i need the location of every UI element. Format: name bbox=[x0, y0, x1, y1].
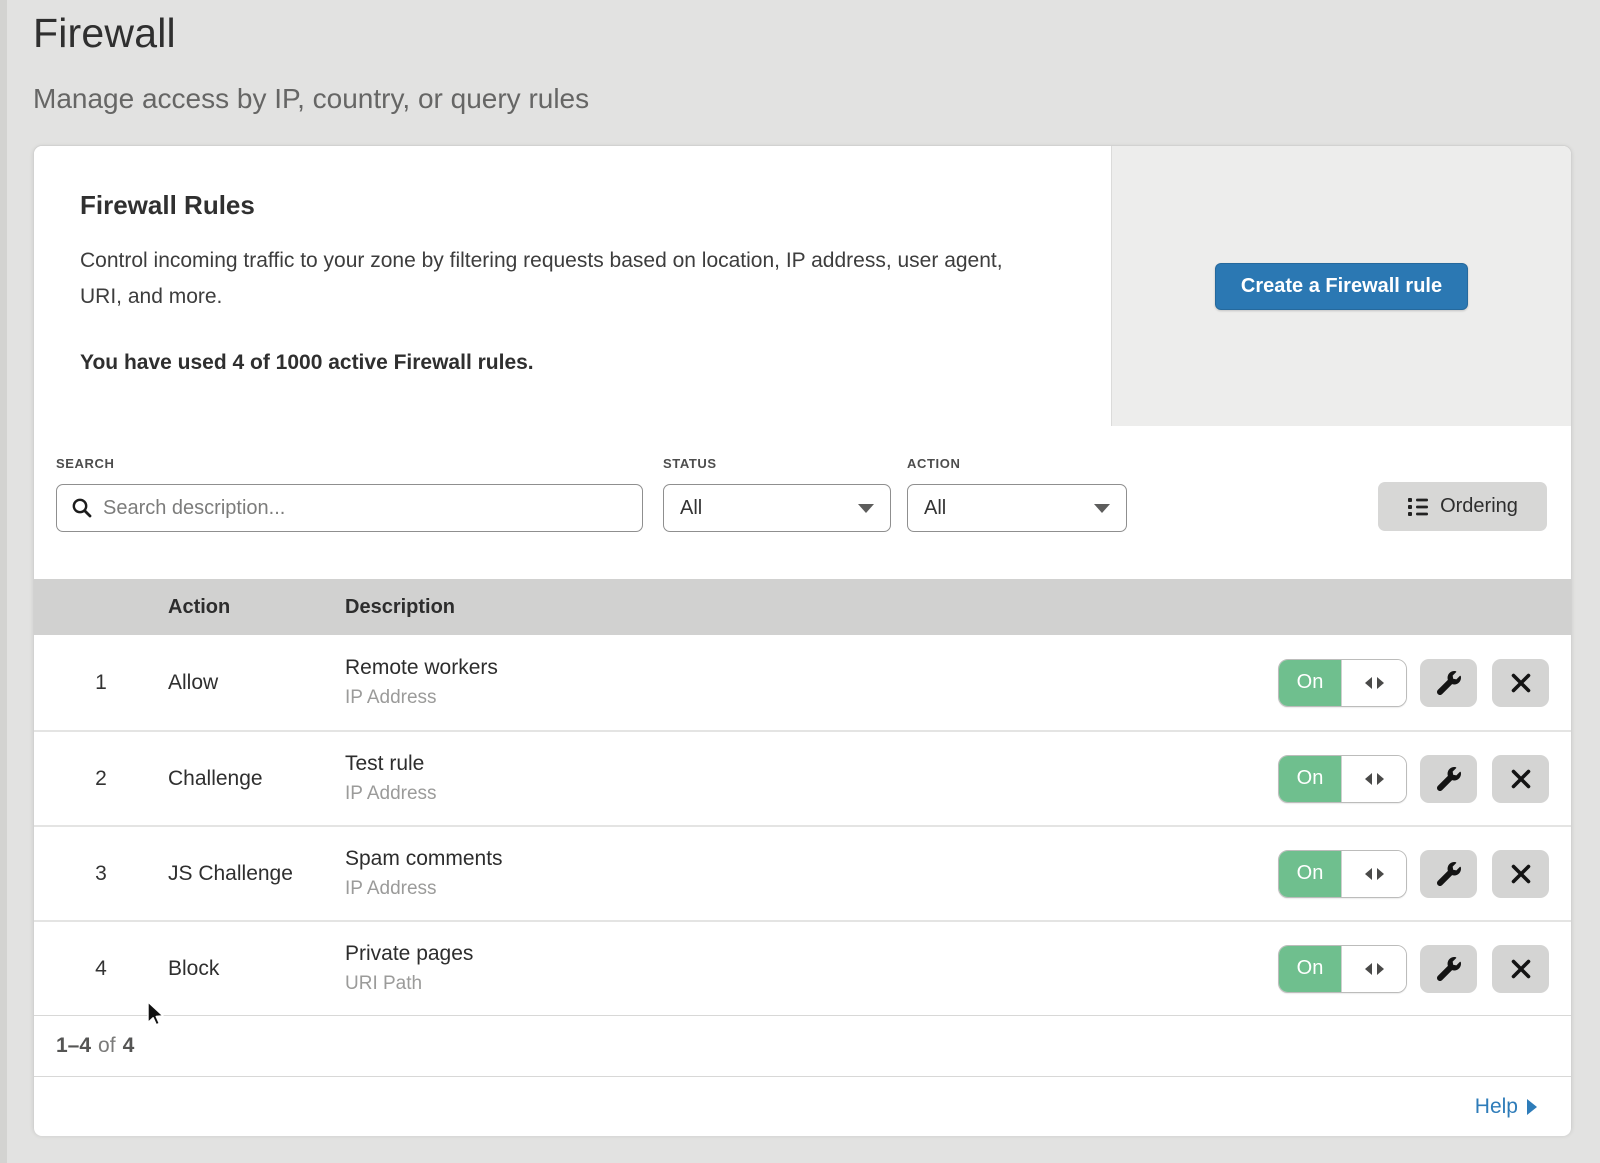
toggle-arrows-icon bbox=[1341, 946, 1406, 992]
enable-toggle[interactable]: On bbox=[1278, 945, 1407, 993]
rule-match-field: IP Address bbox=[345, 878, 1278, 900]
page-header: Firewall Manage access by IP, country, o… bbox=[0, 0, 1600, 115]
help-link-label: Help bbox=[1475, 1095, 1518, 1119]
search-filter-group: SEARCH bbox=[56, 456, 643, 532]
rule-description-cell: Test rule IP Address bbox=[345, 752, 1278, 805]
action-select-value: All bbox=[924, 497, 946, 520]
ordering-wrap: Ordering bbox=[1378, 456, 1547, 531]
pagination-total: 4 bbox=[123, 1034, 135, 1058]
pagination-range: 1–4 bbox=[56, 1034, 91, 1058]
filters-bar: SEARCH STATUS All ACTION All bbox=[34, 426, 1571, 579]
enable-toggle[interactable]: On bbox=[1278, 755, 1407, 803]
search-input[interactable] bbox=[103, 497, 628, 520]
status-select[interactable]: All bbox=[663, 484, 891, 532]
close-x-icon bbox=[1510, 863, 1532, 885]
rule-match-field: IP Address bbox=[345, 783, 1278, 805]
rule-controls: On bbox=[1278, 945, 1549, 993]
search-icon bbox=[71, 497, 93, 519]
page-title: Firewall bbox=[33, 10, 1600, 57]
table-row: 3 JS Challenge Spam comments IP Address … bbox=[34, 825, 1571, 920]
rule-priority: 3 bbox=[34, 862, 168, 886]
rule-controls: On bbox=[1278, 850, 1549, 898]
table-header: Action Description bbox=[34, 579, 1571, 635]
rule-action: Allow bbox=[168, 671, 345, 695]
toggle-arrows-icon bbox=[1341, 851, 1406, 897]
enable-toggle[interactable]: On bbox=[1278, 850, 1407, 898]
intro-description: Control incoming traffic to your zone by… bbox=[80, 243, 1025, 315]
intro-panel: Firewall Rules Control incoming traffic … bbox=[34, 146, 1111, 426]
intro-heading: Firewall Rules bbox=[80, 190, 1051, 221]
toggle-on-label: On bbox=[1279, 946, 1341, 992]
help-footer: Help bbox=[34, 1076, 1571, 1136]
rule-description: Private pages bbox=[345, 942, 1278, 966]
cta-panel: Create a Firewall rule bbox=[1111, 146, 1571, 426]
table-row: 4 Block Private pages URI Path On bbox=[34, 920, 1571, 1015]
wrench-icon bbox=[1437, 957, 1461, 981]
column-header-description: Description bbox=[345, 596, 1571, 619]
status-filter-group: STATUS All bbox=[663, 456, 891, 532]
toggle-arrows-icon bbox=[1341, 756, 1406, 802]
edit-rule-button[interactable] bbox=[1420, 659, 1477, 707]
column-header-action: Action bbox=[168, 596, 345, 619]
rule-description-cell: Spam comments IP Address bbox=[345, 847, 1278, 900]
ordering-button[interactable]: Ordering bbox=[1378, 482, 1547, 531]
pagination-separator: of bbox=[98, 1034, 116, 1058]
rule-action: Challenge bbox=[168, 767, 345, 791]
delete-rule-button[interactable] bbox=[1492, 850, 1549, 898]
ordered-list-icon bbox=[1407, 497, 1429, 517]
chevron-down-icon bbox=[858, 504, 874, 513]
rule-priority: 2 bbox=[34, 767, 168, 791]
rule-priority: 1 bbox=[34, 671, 168, 695]
rule-description-cell: Remote workers IP Address bbox=[345, 656, 1278, 709]
status-label: STATUS bbox=[663, 456, 891, 471]
rules-list: 1 Allow Remote workers IP Address On bbox=[34, 635, 1571, 1015]
right-triangle-icon bbox=[1527, 1099, 1537, 1115]
delete-rule-button[interactable] bbox=[1492, 945, 1549, 993]
wrench-icon bbox=[1437, 767, 1461, 791]
rule-description: Remote workers bbox=[345, 656, 1278, 680]
create-firewall-rule-button[interactable]: Create a Firewall rule bbox=[1215, 263, 1468, 310]
close-x-icon bbox=[1510, 958, 1532, 980]
rules-usage-text: You have used 4 of 1000 active Firewall … bbox=[80, 351, 1051, 375]
close-x-icon bbox=[1510, 672, 1532, 694]
firewall-rules-card: Firewall Rules Control incoming traffic … bbox=[33, 145, 1572, 1135]
toggle-on-label: On bbox=[1279, 756, 1341, 802]
rule-match-field: IP Address bbox=[345, 687, 1278, 709]
edit-rule-button[interactable] bbox=[1420, 945, 1477, 993]
rule-description: Spam comments bbox=[345, 847, 1278, 871]
action-filter-group: ACTION All bbox=[907, 456, 1127, 532]
rule-action: Block bbox=[168, 957, 345, 981]
status-select-value: All bbox=[680, 497, 702, 520]
pagination: 1–4 of 4 bbox=[34, 1015, 1571, 1076]
table-row: 1 Allow Remote workers IP Address On bbox=[34, 635, 1571, 730]
delete-rule-button[interactable] bbox=[1492, 755, 1549, 803]
wrench-icon bbox=[1437, 671, 1461, 695]
close-x-icon bbox=[1510, 768, 1532, 790]
page-subtitle: Manage access by IP, country, or query r… bbox=[33, 83, 1600, 115]
toggle-on-label: On bbox=[1279, 660, 1341, 706]
enable-toggle[interactable]: On bbox=[1278, 659, 1407, 707]
toggle-arrows-icon bbox=[1341, 660, 1406, 706]
toggle-on-label: On bbox=[1279, 851, 1341, 897]
delete-rule-button[interactable] bbox=[1492, 659, 1549, 707]
table-row: 2 Challenge Test rule IP Address On bbox=[34, 730, 1571, 825]
edit-rule-button[interactable] bbox=[1420, 755, 1477, 803]
wrench-icon bbox=[1437, 862, 1461, 886]
rule-controls: On bbox=[1278, 659, 1549, 707]
search-box[interactable] bbox=[56, 484, 643, 532]
ordering-button-label: Ordering bbox=[1440, 495, 1518, 518]
help-link[interactable]: Help bbox=[1475, 1095, 1537, 1119]
chevron-down-icon bbox=[1094, 504, 1110, 513]
card-top-section: Firewall Rules Control incoming traffic … bbox=[34, 146, 1571, 426]
rule-priority: 4 bbox=[34, 957, 168, 981]
action-label: ACTION bbox=[907, 456, 1127, 471]
rule-action: JS Challenge bbox=[168, 862, 345, 886]
rule-description: Test rule bbox=[345, 752, 1278, 776]
search-label: SEARCH bbox=[56, 456, 643, 471]
rule-description-cell: Private pages URI Path bbox=[345, 942, 1278, 995]
rule-match-field: URI Path bbox=[345, 973, 1278, 995]
action-select[interactable]: All bbox=[907, 484, 1127, 532]
edit-rule-button[interactable] bbox=[1420, 850, 1477, 898]
rule-controls: On bbox=[1278, 755, 1549, 803]
